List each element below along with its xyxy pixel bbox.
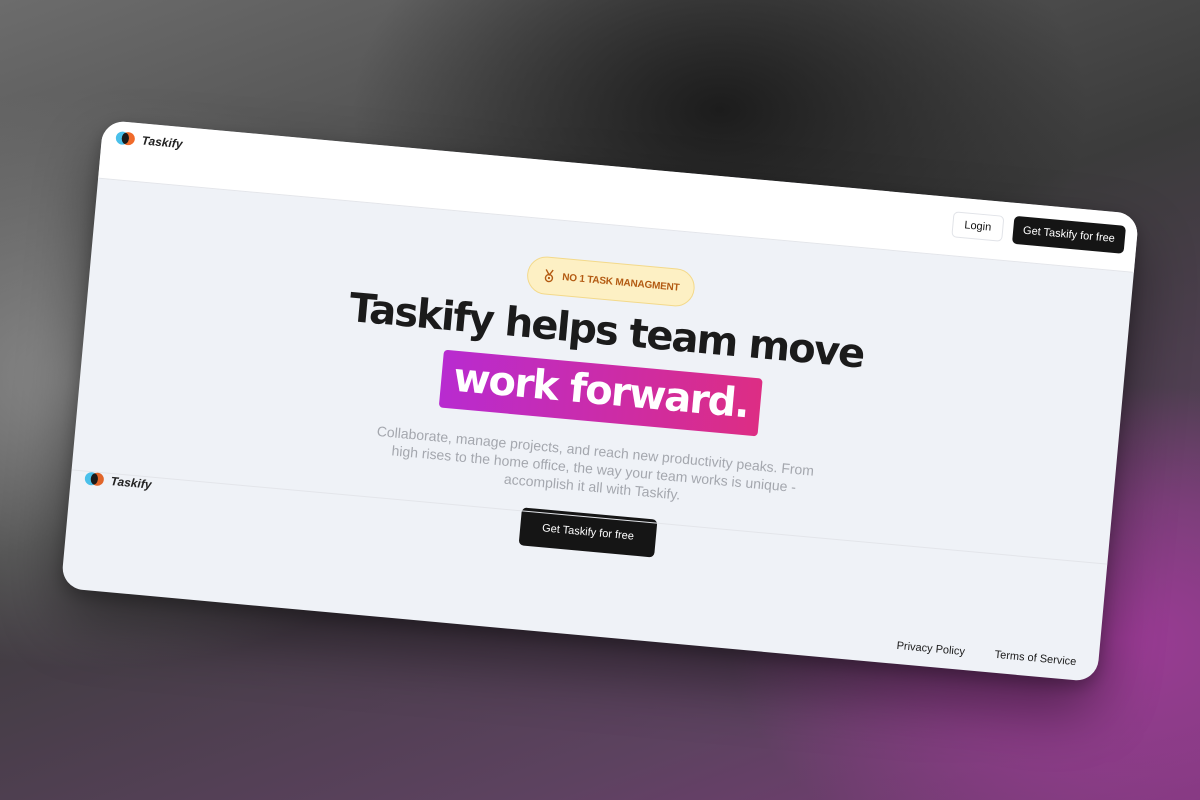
app-window: Taskify Login Get Taskify for free NO 1 …: [60, 119, 1140, 683]
brand-logo[interactable]: Taskify: [115, 131, 183, 151]
hero-badge: NO 1 TASK MANAGMENT: [525, 254, 697, 309]
nav-actions: Login Get Taskify for free: [951, 210, 1127, 254]
terms-of-service-link[interactable]: Terms of Service: [994, 649, 1077, 668]
brand-name: Taskify: [141, 133, 184, 152]
taskify-logo-icon: [84, 471, 105, 488]
get-taskify-nav-button[interactable]: Get Taskify for free: [1011, 215, 1127, 254]
taskify-logo-icon: [115, 131, 136, 147]
get-taskify-hero-button[interactable]: Get Taskify for free: [518, 507, 658, 558]
hero-badge-label: NO 1 TASK MANAGMENT: [561, 271, 680, 294]
login-button[interactable]: Login: [951, 211, 1005, 242]
hero-section: NO 1 TASK MANAGMENT Taskify helps team m…: [68, 215, 1130, 598]
footer-links: Privacy Policy Terms of Service: [896, 640, 1077, 668]
browser-viewport: Taskify Login Get Taskify for free NO 1 …: [60, 119, 1140, 683]
privacy-policy-link[interactable]: Privacy Policy: [896, 640, 965, 658]
hero-subtitle: Collaborate, manage projects, and reach …: [376, 422, 815, 503]
medal-icon: [544, 269, 554, 283]
